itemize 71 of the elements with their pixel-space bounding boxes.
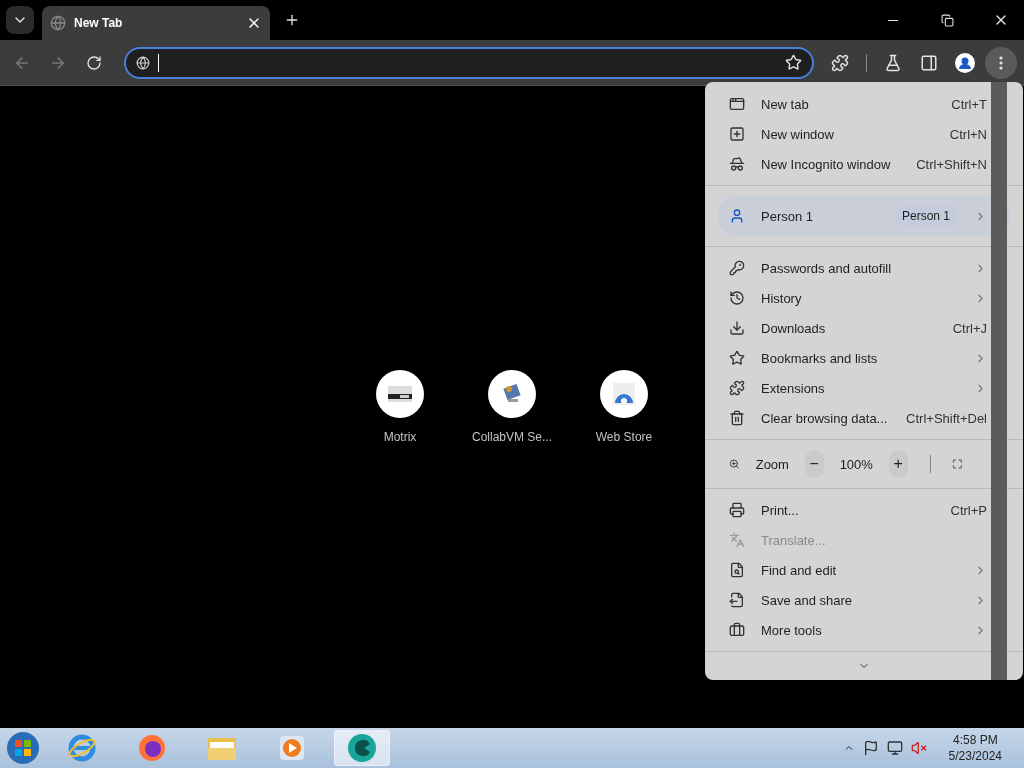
profile-badge: Person 1 [893, 206, 958, 226]
menu-item[interactable]: New window Ctrl+N [705, 119, 1023, 149]
menu-item-icon [729, 410, 745, 426]
clock-date: 5/23/2024 [948, 748, 1002, 764]
restore-icon [940, 13, 954, 27]
app-logo-icon[interactable] [346, 732, 378, 764]
browser-tab[interactable]: New Tab [42, 6, 270, 40]
menu-item[interactable]: Find and edit [705, 555, 1023, 585]
menu-item[interactable]: Passwords and autofill [705, 253, 1023, 283]
menu-item-icon [729, 260, 745, 276]
menu-item[interactable]: Clear browsing data... Ctrl+Shift+Del [705, 403, 1023, 433]
shortcut-tile[interactable] [488, 370, 536, 418]
media-player-icon[interactable] [278, 734, 306, 762]
menu-item[interactable]: History [705, 283, 1023, 313]
menu-item-icon [729, 592, 745, 608]
person-icon [729, 208, 745, 224]
menu-item-icon [729, 320, 745, 336]
plus-icon [284, 12, 300, 28]
avatar-icon [954, 51, 976, 74]
menu-item-icon [729, 562, 745, 578]
fullscreen-icon [952, 456, 963, 472]
menu-item-icon [729, 622, 745, 638]
minimize-icon [888, 19, 898, 21]
bookmark-star-icon [785, 54, 802, 71]
tab-title: New Tab [74, 16, 124, 30]
menu-item[interactable]: Downloads Ctrl+J [705, 313, 1023, 343]
side-panel-icon [920, 53, 938, 72]
menu-item[interactable]: Save and share [705, 585, 1023, 615]
taskbar-app[interactable] [334, 730, 390, 766]
text-cursor [158, 53, 159, 72]
shortcut-tile[interactable] [376, 370, 424, 418]
shortcut-label: Motrix [383, 430, 417, 444]
reload-icon [86, 54, 102, 71]
menu-item[interactable]: Extensions [705, 373, 1023, 403]
site-icon [136, 55, 150, 70]
menu-item-icon [729, 156, 745, 172]
menu-button[interactable] [985, 46, 1017, 79]
profile-item[interactable]: Person 1 Person 1 [717, 196, 1011, 236]
menu-item-icon [729, 290, 745, 306]
fox-globe-icon[interactable] [137, 733, 167, 763]
globe-icon [50, 15, 66, 31]
menu-item-icon [729, 502, 745, 518]
tab-search-button[interactable] [6, 6, 34, 34]
menu-item-icon [729, 350, 745, 366]
menu-item[interactable]: Print... Ctrl+P [705, 495, 1023, 525]
menu-item[interactable]: More tools [705, 615, 1023, 645]
shortcut-tile[interactable] [600, 370, 648, 418]
address-bar[interactable] [124, 46, 814, 79]
zoom-value: 100% [839, 456, 873, 472]
zoom-in-button[interactable]: + [888, 450, 908, 478]
flag-icon[interactable] [862, 740, 879, 756]
volume-muted-icon[interactable] [910, 740, 927, 756]
menu-item-icon [729, 532, 745, 548]
menu-item[interactable]: New tab Ctrl+T [705, 89, 1023, 119]
zoom-out-button[interactable]: − [804, 450, 824, 478]
zoom-icon [729, 456, 740, 472]
puzzle-icon [831, 53, 849, 72]
clock-time: 4:58 PM [952, 732, 998, 748]
menu-item-icon [729, 126, 745, 142]
menu-item-icon [729, 380, 745, 396]
network-icon[interactable] [886, 740, 903, 756]
clock[interactable]: 4:58 PM 5/23/2024 [948, 732, 1002, 764]
zoom-label: Zoom [755, 456, 789, 472]
menu-item[interactable]: Bookmarks and lists [705, 343, 1023, 373]
shortcut-label: Web Store [595, 430, 653, 444]
menu-item[interactable]: New Incognito window Ctrl+Shift+N [705, 149, 1023, 179]
menu-item-icon [729, 96, 745, 112]
menu-dots-icon [999, 55, 1003, 70]
shortcut-label: CollabVM Se... [471, 430, 552, 444]
start-orb-icon[interactable] [6, 731, 40, 765]
flask-icon [884, 53, 902, 72]
